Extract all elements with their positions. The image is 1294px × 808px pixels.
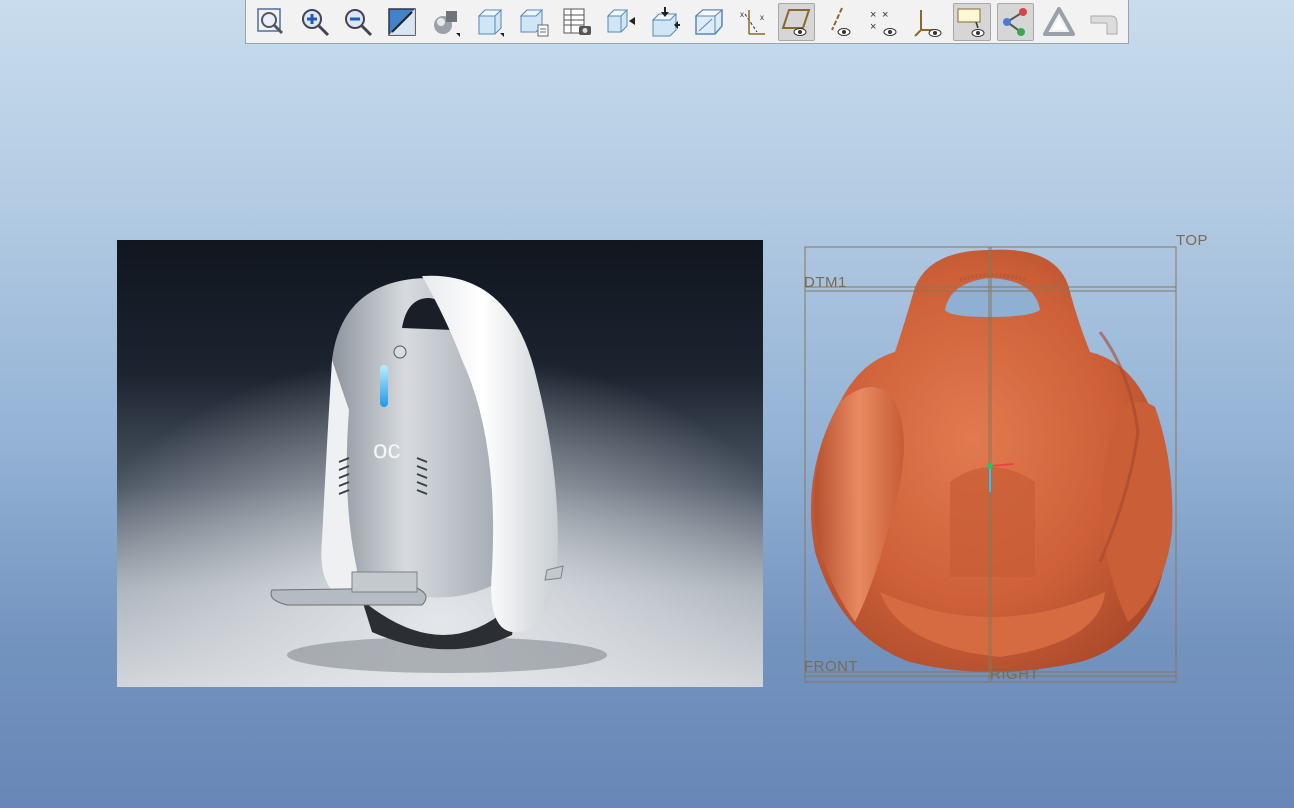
perspective-icon [1043,6,1076,36]
coordinate-display-icon: x x [740,9,765,35]
spin-center-button[interactable] [996,2,1035,41]
view-toolbar: x x × × × [245,0,1129,44]
datum-label-top[interactable]: TOP [1176,232,1208,249]
reference-photo: oc [117,240,763,687]
spin-center-icon [1003,7,1028,36]
appearance-icon [694,8,724,35]
annotation-toggle-icon [957,8,985,37]
sketch-display-icon [1090,15,1118,34]
layers-icon [563,8,592,35]
svg-text:x: x [760,13,764,22]
svg-text:oc: oc [373,434,400,464]
view-manager-button[interactable] [515,3,553,41]
appearance-button[interactable] [690,3,728,41]
sketch-display-button[interactable] [1084,3,1122,41]
zoom-out-button[interactable] [340,3,378,41]
refit-button[interactable] [252,3,290,41]
reorient-icon [607,9,636,32]
display-style-button[interactable] [427,3,465,41]
svg-text:×: × [870,9,876,21]
annotation-display-icon [651,6,681,36]
zoom-in-icon [301,8,329,36]
coordinate-display-button[interactable]: x x [734,3,772,41]
saved-views-icon [477,9,504,37]
datum-label-front[interactable]: FRONT [804,658,858,675]
layers-button[interactable] [559,3,597,41]
refit-icon [257,7,283,34]
reorient-button[interactable] [602,3,640,41]
zoom-in-button[interactable] [296,3,334,41]
point-display-icon: × × × [870,9,897,36]
repaint-button[interactable] [383,3,421,41]
unicycle-cad-model [804,246,1177,683]
axis-display-icon [831,7,851,36]
view-manager-icon [519,9,549,36]
svg-text:x: x [740,10,744,19]
csys-display-button[interactable] [909,3,947,41]
display-style-icon [434,10,461,37]
axis-display-button[interactable] [821,3,859,41]
unicycle-photo-image: oc [117,240,763,687]
repaint-icon [388,7,417,36]
perspective-button[interactable] [1040,3,1078,41]
saved-views-button[interactable] [471,3,509,41]
annotation-display-button[interactable] [646,3,684,41]
csys-display-icon [914,9,942,37]
svg-text:×: × [870,21,876,33]
datum-label-dtm1[interactable]: DTM1 [804,274,847,291]
datum-label-right[interactable]: RIGHT [990,666,1039,683]
point-display-button[interactable]: × × × [865,3,903,41]
cad-model-viewport[interactable]: TOP DTM1 FRONT RIGHT [800,232,1220,692]
plane-display-button[interactable] [777,2,816,41]
plane-display-icon [782,8,811,36]
zoom-out-icon [345,8,373,36]
svg-text:×: × [882,9,888,21]
annotation-toggle-button[interactable] [952,2,991,41]
